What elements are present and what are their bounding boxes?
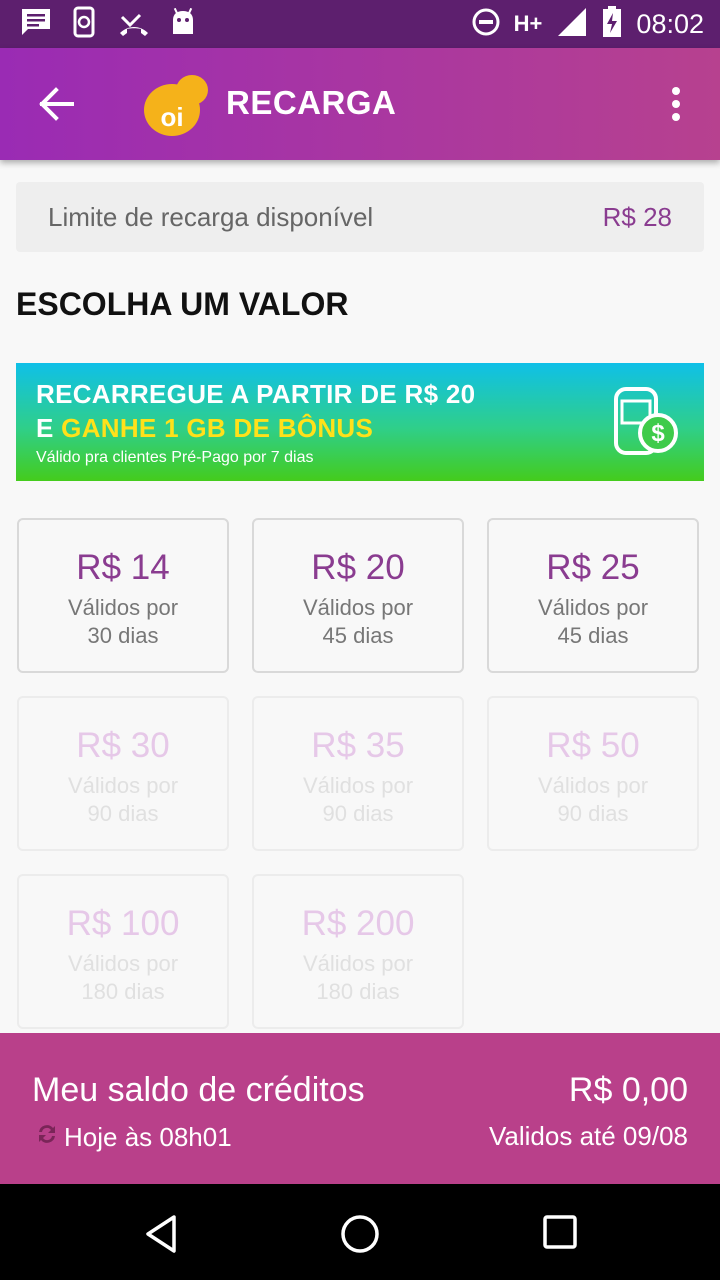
value-validity-days: 180 dias	[316, 979, 400, 1004]
value-validity-label: Válidos por	[67, 773, 179, 798]
value-validity-days: 90 dias	[322, 801, 394, 826]
do-not-disturb-icon	[472, 8, 500, 41]
status-bar: H+ 08:02	[0, 0, 720, 48]
balance-amount: R$ 0,00	[568, 1071, 688, 1109]
missed-call-icon	[118, 7, 150, 42]
promo-banner[interactable]: RECARREGUE A PARTIR DE R$ 20 E GANHE 1 G…	[16, 363, 704, 481]
value-validity-days: 180 dias	[81, 979, 165, 1004]
value-option-card-disabled: R$ 200 Válidos por 180 dias	[252, 874, 464, 1029]
credit-balance-footer[interactable]: Meu saldo de créditos R$ 0,00 Hoje às 08…	[0, 1033, 720, 1184]
limit-label: Limite de recarga disponível	[48, 202, 374, 232]
value-validity-days: 30 dias	[87, 623, 159, 648]
value-option-card[interactable]: R$ 25 Válidos por 45 dias	[487, 518, 699, 673]
clock: 08:02	[636, 8, 704, 39]
recharge-limit-bar: Limite de recarga disponível R$ 28	[16, 182, 704, 252]
banner-highlight: GANHE 1 GB DE BÔNUS	[61, 413, 374, 443]
message-icon	[20, 7, 52, 42]
value-price: R$ 200	[301, 904, 415, 943]
value-validity-label: Válidos por	[302, 773, 414, 798]
network-type: H+	[513, 11, 543, 36]
nav-back-icon[interactable]	[142, 1214, 180, 1259]
value-validity-label: Válidos por	[302, 951, 414, 976]
page-title: RECARGA	[226, 84, 397, 121]
value-validity-label: Válidos por	[537, 595, 649, 620]
svg-text:oi: oi	[160, 102, 183, 132]
value-validity-label: Válidos por	[537, 773, 649, 798]
value-validity-days: 45 dias	[557, 623, 629, 648]
signal-icon	[556, 6, 588, 43]
nav-recents-icon[interactable]	[542, 1214, 578, 1255]
balance-updated-time: Hoje às 08h01	[64, 1122, 232, 1152]
value-price: R$ 100	[66, 904, 180, 943]
value-price: R$ 14	[76, 548, 170, 587]
phone-sync-icon	[72, 6, 98, 43]
value-option-card[interactable]: R$ 14 Válidos por 30 dias	[17, 518, 229, 673]
balance-updated: Hoje às 08h01	[34, 1121, 232, 1154]
value-validity-days: 90 dias	[557, 801, 629, 826]
phone-money-icon: $	[610, 385, 682, 462]
value-option-card[interactable]: R$ 20 Válidos por 45 dias	[252, 518, 464, 673]
value-validity-label: Válidos por	[67, 595, 179, 620]
value-option-card-disabled: R$ 100 Válidos por 180 dias	[17, 874, 229, 1029]
value-price: R$ 35	[311, 726, 405, 765]
value-price: R$ 25	[546, 548, 640, 587]
battery-charging-icon	[602, 5, 622, 43]
more-options-icon[interactable]	[664, 86, 688, 127]
nav-home-icon[interactable]	[340, 1214, 380, 1259]
value-validity-label: Válidos por	[302, 595, 414, 620]
balance-valid-until: Validos até 09/08	[489, 1121, 688, 1151]
banner-line1: RECARREGUE A PARTIR DE R$ 20	[36, 379, 476, 409]
refresh-icon[interactable]	[34, 1121, 60, 1154]
value-price: R$ 20	[311, 548, 405, 587]
balance-label: Meu saldo de créditos	[32, 1071, 365, 1109]
value-option-card-disabled: R$ 50 Válidos por 90 dias	[487, 696, 699, 851]
android-icon	[170, 7, 196, 41]
section-title: ESCOLHA UM VALOR	[16, 286, 349, 322]
value-validity-days: 90 dias	[87, 801, 159, 826]
svg-text:$: $	[651, 420, 665, 447]
value-validity-label: Válidos por	[67, 951, 179, 976]
oi-logo: oi	[140, 72, 212, 143]
limit-value: R$ 28	[602, 202, 672, 232]
value-option-card-disabled: R$ 35 Válidos por 90 dias	[252, 696, 464, 851]
value-price: R$ 50	[546, 726, 640, 765]
back-arrow-icon[interactable]	[36, 84, 76, 129]
value-validity-days: 45 dias	[322, 623, 394, 648]
banner-line2: E GANHE 1 GB DE BÔNUS	[36, 413, 373, 444]
app-bar: oi RECARGA	[0, 48, 720, 160]
value-price: R$ 30	[76, 726, 170, 765]
banner-line2-prefix: E	[36, 413, 62, 443]
system-nav-bar	[0, 1184, 720, 1280]
banner-subtitle: Válido pra clientes Pré-Pago por 7 dias	[36, 449, 314, 466]
value-option-card-disabled: R$ 30 Válidos por 90 dias	[17, 696, 229, 851]
